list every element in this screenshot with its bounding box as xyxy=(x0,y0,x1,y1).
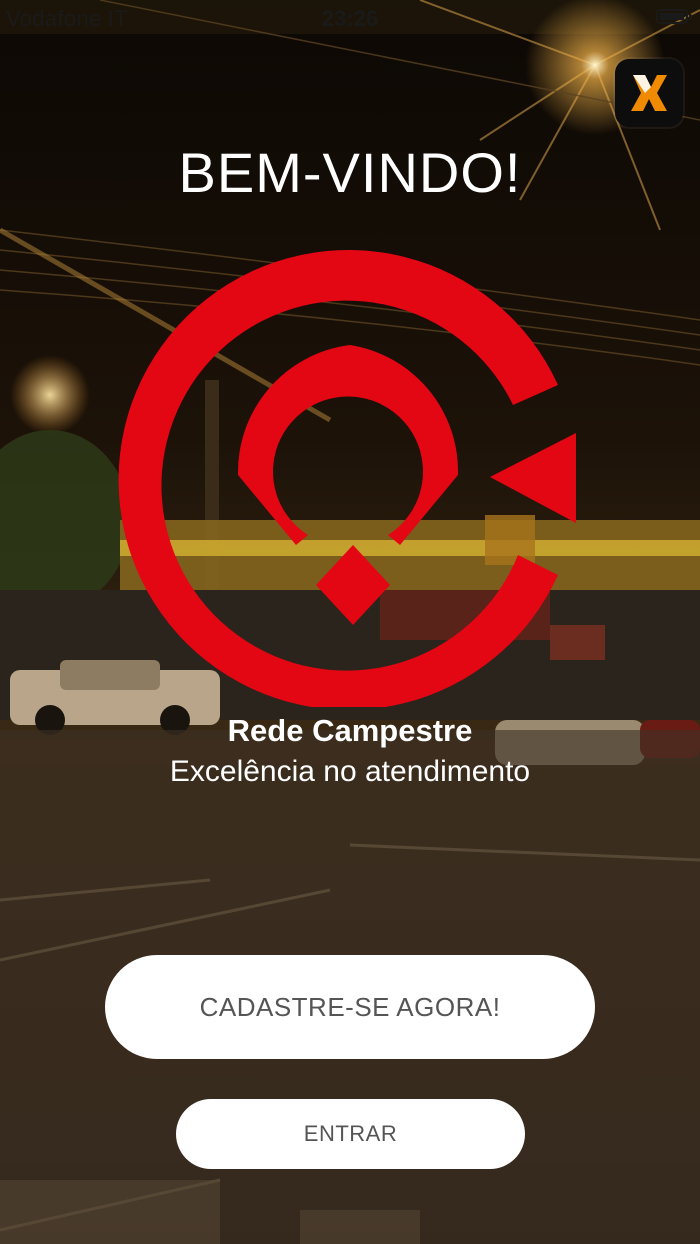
x-logo-icon[interactable] xyxy=(615,59,683,127)
welcome-screen: Vodafone IT 23:26 BEM-VINDO! Rede Campes… xyxy=(0,0,700,1244)
welcome-title: BEM-VINDO! xyxy=(178,141,522,204)
clock-label: 23:26 xyxy=(321,6,379,31)
register-button[interactable]: CADASTRE-SE AGORA! xyxy=(105,955,595,1059)
battery-icon xyxy=(656,9,692,24)
brand-name: Rede Campestre xyxy=(227,713,473,748)
login-button[interactable]: ENTRAR xyxy=(176,1099,525,1169)
brand-tagline: Excelência no atendimento xyxy=(169,755,531,788)
battery-fill xyxy=(660,13,684,20)
rede-campestre-logo-icon xyxy=(118,250,576,707)
battery-tip xyxy=(689,14,692,20)
status-bar: Vodafone IT 23:26 xyxy=(0,0,700,36)
x-logo-glyph xyxy=(631,75,667,111)
